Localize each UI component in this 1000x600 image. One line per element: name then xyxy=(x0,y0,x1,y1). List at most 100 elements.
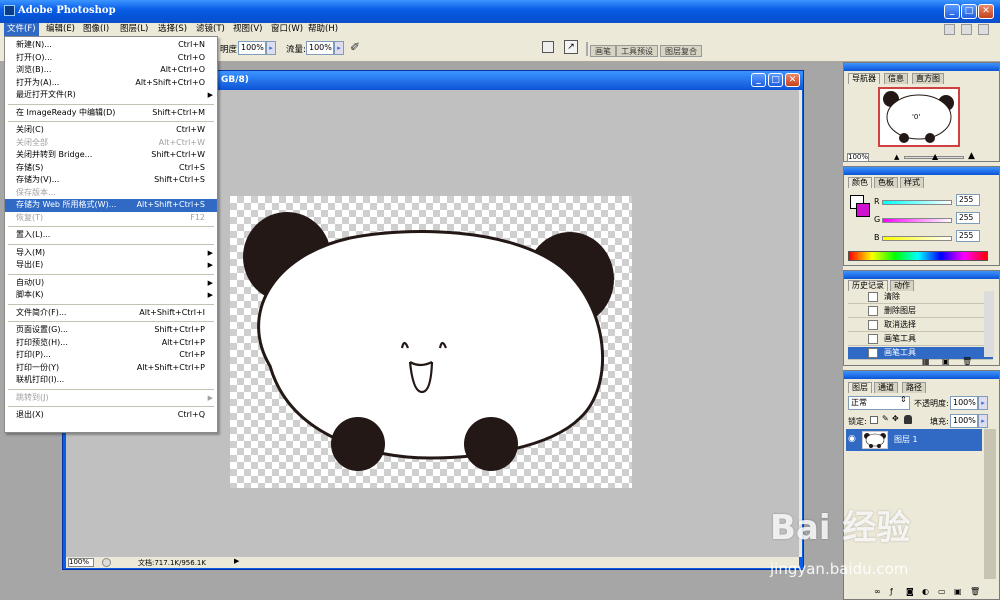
tab-info[interactable]: 信息 xyxy=(884,73,908,84)
blend-mode-chevron-down-icon[interactable]: ⇕ xyxy=(900,395,907,404)
channel-g-value[interactable]: 255 xyxy=(956,212,980,224)
opacity-dropdown-arrow-icon[interactable]: ▸ xyxy=(266,41,276,55)
file-menu-item[interactable]: 脚本(K) ▶ xyxy=(5,289,217,302)
lock-pixels-icon[interactable]: ✎ xyxy=(882,414,889,423)
layer-row[interactable]: ◉ 图层 1 xyxy=(846,429,982,451)
menu-view[interactable]: 视图(V) xyxy=(230,23,265,36)
file-menu-item[interactable]: 联机打印(I)... xyxy=(5,374,217,387)
file-menu-item[interactable]: 在 ImageReady 中编辑(D) Shift+Ctrl+M xyxy=(5,107,217,120)
file-menu-item[interactable]: 存储为 Web 所用格式(W)... Alt+Shift+Ctrl+S xyxy=(5,199,217,212)
tab-layers[interactable]: 图层 xyxy=(848,382,872,393)
menu-file[interactable]: 文件(F) xyxy=(4,23,39,36)
channel-b-slider[interactable] xyxy=(882,236,952,241)
tab-channels[interactable]: 通道 xyxy=(874,382,898,393)
history-panel-grip[interactable] xyxy=(844,271,999,279)
file-menu-item[interactable]: 新建(N)... Ctrl+N xyxy=(5,39,217,52)
tab-navigator[interactable]: 导航器 xyxy=(848,73,880,84)
delete-layer-icon[interactable]: 🗑 xyxy=(970,587,980,596)
channel-b-value[interactable]: 255 xyxy=(956,230,980,242)
history-scrollbar[interactable] xyxy=(984,291,994,357)
tab-histogram[interactable]: 直方图 xyxy=(912,73,944,84)
layer-fill-arrow-icon[interactable]: ▸ xyxy=(978,414,988,428)
navigator-panel-grip[interactable] xyxy=(844,63,999,71)
history-item[interactable]: 画笔工具 xyxy=(848,333,993,346)
lock-position-icon[interactable]: ✥ xyxy=(892,414,899,423)
file-menu-item[interactable]: 关闭并转到 Bridge... Shift+Ctrl+W xyxy=(5,149,217,162)
lock-transparency-icon[interactable] xyxy=(870,416,878,424)
file-menu-item[interactable]: 最近打开文件(R) ▶ xyxy=(5,89,217,102)
file-menu-item[interactable]: 存储为(V)... Shift+Ctrl+S xyxy=(5,174,217,187)
navigator-thumbnail[interactable]: '0' xyxy=(878,87,960,147)
file-menu-item[interactable]: 导入(M) ▶ xyxy=(5,247,217,260)
color-panel-grip[interactable] xyxy=(844,167,999,175)
history-trash-icon[interactable]: 🗑 xyxy=(962,357,972,366)
navigator-zoom-field[interactable]: 100% xyxy=(847,153,869,162)
menu-help[interactable]: 帮助(H) xyxy=(305,23,341,36)
channel-r-slider[interactable] xyxy=(882,200,952,205)
file-menu-item[interactable]: 打开(O)... Ctrl+O xyxy=(5,52,217,65)
doc-minimize-button[interactable] xyxy=(944,24,955,35)
tab-color[interactable]: 颜色 xyxy=(848,177,872,188)
layer-opacity-field[interactable]: 100% xyxy=(950,396,978,410)
file-menu-item[interactable]: 导出(E) ▶ xyxy=(5,259,217,272)
history-new-doc-icon[interactable]: ▣ xyxy=(942,357,950,366)
image-canvas[interactable] xyxy=(230,196,632,488)
file-menu-item[interactable]: 关闭(C) Ctrl+W xyxy=(5,124,217,137)
flow-field[interactable]: 100% xyxy=(306,41,334,55)
status-menu-arrow-icon[interactable]: ▶ xyxy=(234,557,239,565)
layer-style-icon[interactable]: ƒ xyxy=(890,587,893,596)
navigator-zoom-thumb-icon[interactable]: ▲ xyxy=(932,152,938,161)
lock-all-icon[interactable] xyxy=(904,415,912,424)
adjustment-layer-icon[interactable]: ◐ xyxy=(922,587,929,596)
menu-edit[interactable]: 编辑(E) xyxy=(43,23,78,36)
layer-link-icon[interactable]: ∞ xyxy=(874,587,881,596)
doc-restore-button[interactable] xyxy=(961,24,972,35)
file-menu-item[interactable]: 打开为(A)... Alt+Shift+Ctrl+O xyxy=(5,77,217,90)
layers-scrollbar[interactable] xyxy=(984,429,996,579)
layer-opacity-arrow-icon[interactable]: ▸ xyxy=(978,396,988,410)
history-snapshot-icon[interactable]: ▦ xyxy=(922,357,930,366)
layers-panel-grip[interactable] xyxy=(844,371,999,379)
close-button[interactable]: ✕ xyxy=(978,4,994,19)
menu-window[interactable]: 窗口(W) xyxy=(268,23,306,36)
color-spectrum-ramp[interactable] xyxy=(848,251,988,261)
document-close-button[interactable]: ✕ xyxy=(785,73,800,87)
file-menu-item[interactable]: 打印一份(Y) Alt+Shift+Ctrl+P xyxy=(5,362,217,375)
layer-mask-icon[interactable]: ◙ xyxy=(906,587,914,596)
doc-close-button[interactable] xyxy=(978,24,989,35)
channel-g-slider[interactable] xyxy=(882,218,952,223)
layer-name[interactable]: 图层 1 xyxy=(894,434,918,445)
file-menu-item[interactable]: 打印预览(H)... Alt+Ctrl+P xyxy=(5,337,217,350)
zoom-in-icon[interactable]: ▲ xyxy=(968,151,975,161)
zoom-out-icon[interactable]: ▲ xyxy=(894,153,899,161)
menu-image[interactable]: 图像(I) xyxy=(80,23,112,36)
history-item[interactable]: 取消选择 xyxy=(848,319,993,332)
background-color-swatch[interactable] xyxy=(856,203,870,217)
new-group-icon[interactable]: ▭ xyxy=(938,587,946,596)
layer-fill-field[interactable]: 100% xyxy=(950,414,978,428)
file-menu-item[interactable]: 文件简介(F)... Alt+Shift+Ctrl+I xyxy=(5,307,217,320)
tab-styles[interactable]: 样式 xyxy=(900,177,924,188)
minimize-button[interactable]: _ xyxy=(944,4,960,19)
well-tab-layer-comps[interactable]: 图层复合 xyxy=(660,45,702,57)
tab-swatches[interactable]: 色板 xyxy=(874,177,898,188)
file-menu-item[interactable]: 置入(L)... xyxy=(5,229,217,242)
well-tab-brushes[interactable]: 画笔 xyxy=(590,45,616,57)
document-scrollbar[interactable] xyxy=(799,90,802,557)
layer-visibility-eye-icon[interactable]: ◉ xyxy=(848,434,856,444)
opacity-field[interactable]: 100% xyxy=(238,41,266,55)
status-info-icon[interactable] xyxy=(102,558,111,567)
file-menu-item[interactable]: 页面设置(G)... Shift+Ctrl+P xyxy=(5,324,217,337)
file-menu-item[interactable]: 自动(U) ▶ xyxy=(5,277,217,290)
document-maximize-button[interactable]: □ xyxy=(768,73,783,87)
zoom-field[interactable]: 100% xyxy=(68,558,94,567)
history-item[interactable]: 删除图层 xyxy=(848,305,993,318)
well-tab-tool-presets[interactable]: 工具预设 xyxy=(616,45,658,57)
maximize-button[interactable]: □ xyxy=(961,4,977,19)
flow-dropdown-arrow-icon[interactable]: ▸ xyxy=(334,41,344,55)
new-layer-icon[interactable]: ▣ xyxy=(954,587,962,596)
file-menu-item[interactable]: 存储(S) Ctrl+S xyxy=(5,162,217,175)
menu-layer[interactable]: 图层(L) xyxy=(117,23,151,36)
imageready-icon[interactable]: ↗ xyxy=(564,40,578,54)
file-menu-item[interactable]: 浏览(B)... Alt+Ctrl+O xyxy=(5,64,217,77)
